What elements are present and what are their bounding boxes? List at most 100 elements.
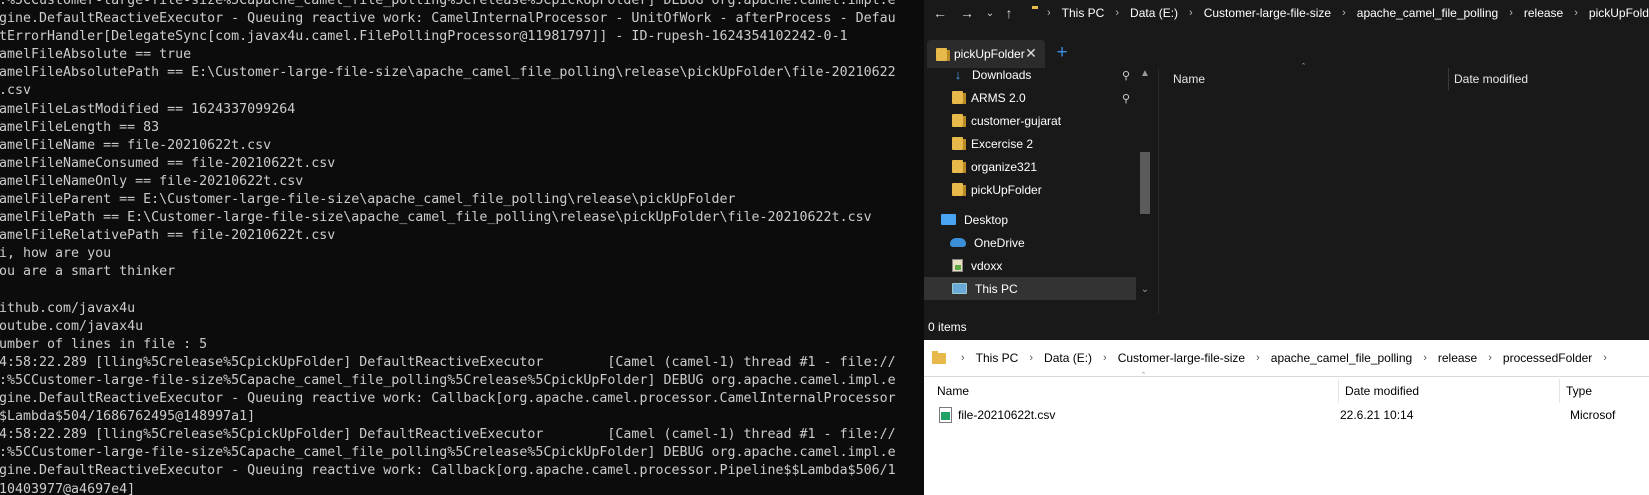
terminal-window[interactable]: E:%5CCustomer-large-file-size%5Capache_c… [0,0,906,495]
address-bar-row: ← → ⌄ ↑ › This PC › Data (E:) › Customer-l… [924,0,1649,26]
nav-item-this-pc[interactable]: This PC [924,277,1154,300]
nav-item-vdoxx[interactable]: vdoxx [924,254,1154,277]
terminal-line: CamelFilePath == E:\Customer-large-file-… [0,210,872,226]
terminal-line: CamelFileLength == 83 [0,119,160,135]
breadcrumb-sep: › [961,352,965,364]
nav-item-customer-gujarat[interactable]: customer-gujarat [924,109,1154,132]
terminal-line: CamelFileAbsolute == true [0,47,192,63]
breadcrumb-this-pc[interactable]: This PC › [1062,6,1130,20]
nav-item-downloads[interactable]: ↓ Downloads [924,63,1154,86]
column-header-label: Name [937,384,970,398]
folder-icon [932,350,946,364]
file-type: Microsof [1570,408,1616,422]
nav-item-onedrive[interactable]: OneDrive [924,231,1154,254]
breadcrumb-release[interactable]: release › [1438,351,1503,365]
column-header-date-modified[interactable]: Date modified [1454,68,1528,90]
download-icon: ↓ [954,67,962,82]
terminal-line: 14:58:22.289 [lling%5Crelease%5CpickUpFo… [0,354,896,370]
address-bar[interactable]: › This PC › Data (E:) › Customer-large-fil… [1026,1,1649,25]
pin-icon[interactable]: ⚲ [1122,69,1134,82]
column-header-name[interactable]: Name [937,379,969,403]
folder-icon [952,114,966,127]
pin-icon[interactable]: ⚲ [1122,92,1134,105]
nav-item-excercise-2[interactable]: Excercise 2 [924,132,1154,155]
nav-item-arms[interactable]: ARMS 2.0 [924,86,1154,109]
breadcrumb-processedfolder[interactable]: processedFolder › [1503,351,1618,365]
nav-item-label: customer-gujarat [971,113,1062,128]
nav-item-label: Excercise 2 [971,136,1034,151]
breadcrumb-customer-large-file-size[interactable]: Customer-large-file-size › [1118,351,1271,365]
sort-caret-icon: ˆ [1302,62,1305,72]
terminal-line: ngine.DefaultReactiveExecutor - Queuing … [0,391,896,407]
breadcrumb-customer-large-file-size[interactable]: Customer-large-file-size › [1204,6,1357,20]
terminal-line: CamelFileNameConsumed == file-20210622t.… [0,155,336,171]
desktop-icon [941,214,956,225]
breadcrumb-data-drive[interactable]: Data (E:) › [1130,6,1204,20]
sort-caret-icon: ˆ [1142,371,1145,381]
scroll-down-arrow-icon[interactable]: ⌄ [1136,284,1154,295]
navigation-pane[interactable]: ↓ Downloads ARMS 2.0 customer-gujarat Ex… [924,67,1154,314]
folder-icon [936,47,950,61]
terminal-line: E:%5CCustomer-large-file-size%5Capache_c… [0,445,896,461]
terminal-line: 14:58:22.289 [lling%5Crelease%5CpickUpFo… [0,427,896,443]
breadcrumb-apache-camel-file-polling[interactable]: apache_camel_file_polling › [1357,6,1524,20]
close-icon[interactable]: ✕ [1023,45,1039,61]
breadcrumb-this-pc[interactable]: This PC › [976,351,1044,365]
terminal-line: github.com/javax4u [0,300,136,316]
recent-locations-chevron-icon[interactable]: ⌄ [980,3,1000,23]
terminal-line: CamelFileNameOnly == file-20210622t.csv [0,173,304,189]
terminal-line: CamelFileRelativePath == file-20210622t.… [0,228,336,244]
nav-item-label: vdoxx [971,258,1003,273]
terminal-line: E:%5CCustomer-large-file-size%5Capache_c… [0,0,896,8]
breadcrumb-apache-camel-file-polling[interactable]: apache_camel_file_polling › [1271,351,1438,365]
column-header-label: Date modified [1454,72,1529,86]
computer-icon [952,283,967,294]
file-explorer-window: ← → ⌄ ↑ › This PC › Data (E:) › Customer-l… [924,0,1649,495]
column-header-date-modified[interactable]: Date modified [1345,379,1419,403]
file-list-pane[interactable]: Name ˆ Date modified [1158,62,1649,314]
terminal-line: ngine.DefaultReactiveExecutor - Queuing … [0,463,896,479]
terminal-line: 810403977@a4697e4] [0,481,136,495]
terminal-line: CamelFileLastModified == 1624337099264 [0,101,296,117]
nav-item-label: OneDrive [974,235,1025,250]
tab-label: pickUpFolder [954,47,1025,61]
new-tab-plus-icon[interactable]: + [1053,43,1071,62]
column-header-name[interactable]: Name [1173,68,1205,90]
scrollbar-thumb[interactable] [1140,152,1150,214]
nav-item-label: This PC [975,281,1018,296]
navigation-scrollbar[interactable]: ▲ ⌄ [1136,68,1154,314]
breadcrumb-pickupfolder[interactable]: pickUpFolder [1589,6,1649,20]
terminal-line: ngine.DefaultReactiveExecutor - Queuing … [0,11,896,27]
terminal-line: ltErrorHandler[DelegateSync[com.javax4u.… [0,29,848,45]
nav-item-pickupfolder[interactable]: pickUpFolder [924,178,1154,201]
column-divider[interactable] [1338,379,1339,403]
up-arrow-icon[interactable]: ↑ [999,3,1019,23]
terminal-output: E:%5CCustomer-large-file-size%5Capache_c… [0,0,896,495]
column-divider[interactable] [1448,68,1449,90]
nav-item-label: pickUpFolder [971,182,1042,197]
nav-item-organize321[interactable]: organize321 [924,155,1154,178]
back-arrow-icon[interactable]: ← [930,3,950,23]
nav-item-label: Desktop [964,212,1009,227]
item-count: 0 items [928,320,967,334]
scroll-up-arrow-icon[interactable]: ▲ [1136,68,1154,79]
forward-arrow-icon[interactable]: → [957,3,977,23]
processed-folder-window[interactable]: › This PC › Data (E:) › Customer-large-fil… [924,340,1649,495]
terminal-line: t.csv [0,83,32,99]
column-header-label: Name [1173,72,1206,86]
nav-item-label: ARMS 2.0 [971,90,1026,105]
file-date-modified: 22.6.21 10:14 [1340,408,1414,422]
column-divider[interactable] [1559,379,1560,403]
file-name: file-20210622t.csv [958,408,1056,422]
nav-item-label: Downloads [972,67,1032,82]
breadcrumb-release[interactable]: release › [1524,6,1589,20]
breadcrumb-data-drive[interactable]: Data (E:) › [1044,351,1118,365]
address-bar[interactable]: › This PC › Data (E:) › Customer-large-fil… [924,340,1649,377]
terminal-line: youtube.com/javax4u [0,318,144,334]
file-row[interactable]: file-20210622t.csv 22.6.21 10:14 Microso… [924,404,1649,426]
column-header-type[interactable]: Type [1566,379,1592,403]
terminal-line: E:%5CCustomer-large-file-size%5Capache_c… [0,372,896,388]
csv-file-icon [939,407,952,423]
nav-item-desktop[interactable]: Desktop [924,208,1154,231]
